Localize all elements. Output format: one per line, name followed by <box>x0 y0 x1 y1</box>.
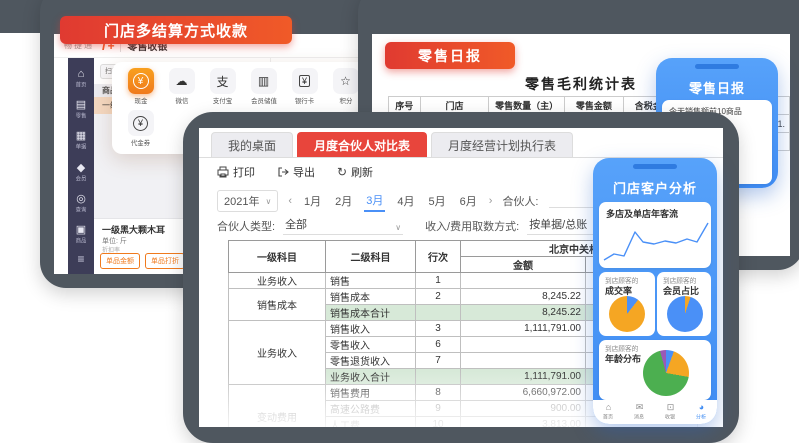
pie-chart-icon: ◕ <box>699 403 704 412</box>
year-select[interactable]: 2021年 ∨ <box>217 190 278 212</box>
print-icon <box>217 166 229 178</box>
col-level1: 一级科目 <box>229 241 326 273</box>
age-pie-chart <box>643 350 689 396</box>
voucher-icon: ¥ <box>128 110 154 136</box>
traffic-trend-card[interactable]: 多店及单店年客流 <box>599 202 711 268</box>
pay-bank-card[interactable]: ¥ 银行卡 <box>284 68 325 106</box>
tab-my-desktop[interactable]: 我的桌面 <box>211 132 293 157</box>
wechat-icon: ☁ <box>169 68 195 94</box>
phone-daily-title: 零售日报 <box>656 78 778 97</box>
refresh-button[interactable]: ↻ 刷新 <box>337 164 373 180</box>
query-icon: ◎ <box>76 194 86 205</box>
month-feb[interactable]: 2月 <box>333 191 354 211</box>
goods-icon: ▣ <box>76 225 86 236</box>
product-name: 一级黑大颗木耳 <box>102 223 165 236</box>
phone-bottom-nav: ⌂ 首页 ✉ 消息 ⊡ 收银 ◕ 分析 <box>593 400 717 424</box>
item-discount-button[interactable]: 单品打折 <box>145 253 185 269</box>
stored-value-card-icon: ▥ <box>251 68 277 94</box>
home-icon: ⌂ <box>606 403 611 412</box>
sidebar-item-retail[interactable]: ▤ 零售 <box>68 95 94 124</box>
sidebar-item-query[interactable]: ◎ 查询 <box>68 189 94 218</box>
nav-home[interactable]: ⌂ 首页 <box>593 400 624 424</box>
refresh-icon: ↻ <box>337 165 347 179</box>
partner-type-label: 合伙人类型: <box>217 218 275 234</box>
tab-bar: 我的桌面 月度合伙人对比表 月度经营计划执行表 <box>211 132 573 157</box>
sidebar-item-home[interactable]: ⌂ 首页 <box>68 64 94 93</box>
nav-analysis[interactable]: ◕ 分析 <box>686 400 717 424</box>
tab-partner-comparison[interactable]: 月度合伙人对比表 <box>297 132 427 157</box>
pay-alipay[interactable]: 支 支付宝 <box>202 68 243 106</box>
prev-months-arrow[interactable]: ‹ <box>288 195 292 207</box>
points-icon: ☆ <box>333 68 359 94</box>
pos-feature-badge: 门店多结算方式收款 <box>60 16 292 44</box>
member-icon: ◆ <box>77 163 85 174</box>
pay-stored-value[interactable]: ▥ 会员储值 <box>243 68 284 106</box>
orders-icon: ▦ <box>76 131 86 142</box>
nav-cashier[interactable]: ⊡ 收银 <box>655 400 686 424</box>
sidebar-item-orders[interactable]: ▦ 单据 <box>68 127 94 156</box>
sidebar-item-goods[interactable]: ▣ 商品 <box>68 221 94 250</box>
partner-filter-label: 合伙人: <box>502 193 538 209</box>
age-distribution-card[interactable]: 到店顾客的 年龄分布 <box>599 340 711 400</box>
phone-card-customer-analysis: 门店客户分析 多店及单店年客流 到店顾客的 成交率 到店顾客的 会员占比 到店顾… <box>593 158 717 424</box>
line-chart <box>602 220 710 264</box>
message-icon: ✉ <box>636 403 644 412</box>
member-pie-chart <box>667 296 703 332</box>
col-amount: 金额 <box>461 257 586 273</box>
chevron-down-icon: ∨ <box>395 223 401 232</box>
next-months-arrow[interactable]: › <box>489 195 493 207</box>
conversion-pie-chart <box>609 296 645 332</box>
month-jan[interactable]: 1月 <box>302 191 323 211</box>
month-apr[interactable]: 4月 <box>395 191 416 211</box>
chevron-down-icon: ∨ <box>265 197 271 206</box>
month-jun[interactable]: 6月 <box>458 191 479 211</box>
month-may[interactable]: 5月 <box>427 191 448 211</box>
conversion-rate-card[interactable]: 到店顾客的 成交率 <box>599 272 655 336</box>
phone-notch <box>633 164 677 169</box>
menu-icon[interactable]: ≡ <box>77 252 84 266</box>
sidebar-item-member[interactable]: ◆ 会员 <box>68 158 94 187</box>
export-button[interactable]: 导出 <box>277 164 315 180</box>
pos-sidebar: ⌂ 首页 ▤ 零售 ▦ 单据 ◆ 会员 ◎ 查询 ▣ 商品 <box>68 58 94 274</box>
print-button[interactable]: 打印 <box>217 164 255 180</box>
report-toolbar: 打印 导出 ↻ 刷新 <box>217 164 373 180</box>
col-level2: 二级科目 <box>326 241 416 273</box>
month-mar[interactable]: 3月 <box>364 190 385 212</box>
bank-card-icon: ¥ <box>292 68 318 94</box>
daily-report-badge: 零售日报 <box>385 42 515 69</box>
filter-row-type: 合伙人类型: 全部 ∨ 收入/费用取数方式: 按单据/总账 ∨ <box>217 216 637 235</box>
trend-title: 多店及单店年客流 <box>606 207 678 220</box>
cashier-icon: ⊡ <box>667 403 675 412</box>
pay-cash[interactable]: ¥ 现金 <box>120 68 161 106</box>
tab-monthly-plan[interactable]: 月度经营计划执行表 <box>431 132 573 157</box>
pay-wechat[interactable]: ☁ 微信 <box>161 68 202 106</box>
nav-message[interactable]: ✉ 消息 <box>624 400 655 424</box>
alipay-icon: 支 <box>210 68 236 94</box>
retail-icon: ▤ <box>76 100 86 111</box>
home-icon: ⌂ <box>78 69 85 80</box>
export-icon <box>277 166 289 178</box>
member-share-card[interactable]: 到店顾客的 会员占比 <box>657 272 711 336</box>
pay-voucher[interactable]: ¥ 代金券 <box>120 110 161 148</box>
col-line: 行次 <box>416 241 461 273</box>
item-amount-button[interactable]: 单品金额 <box>100 253 140 269</box>
analysis-title: 门店客户分析 <box>593 178 717 197</box>
cash-icon: ¥ <box>128 68 154 94</box>
filter-row-period: 2021年 ∨ ‹ 1月 2月 3月 4月 5月 6月 › 合伙人: <box>217 190 653 212</box>
partner-type-select[interactable]: 全部 ∨ <box>283 216 403 235</box>
fetch-mode-label: 收入/费用取数方式: <box>425 218 519 234</box>
phone-notch <box>695 64 739 69</box>
